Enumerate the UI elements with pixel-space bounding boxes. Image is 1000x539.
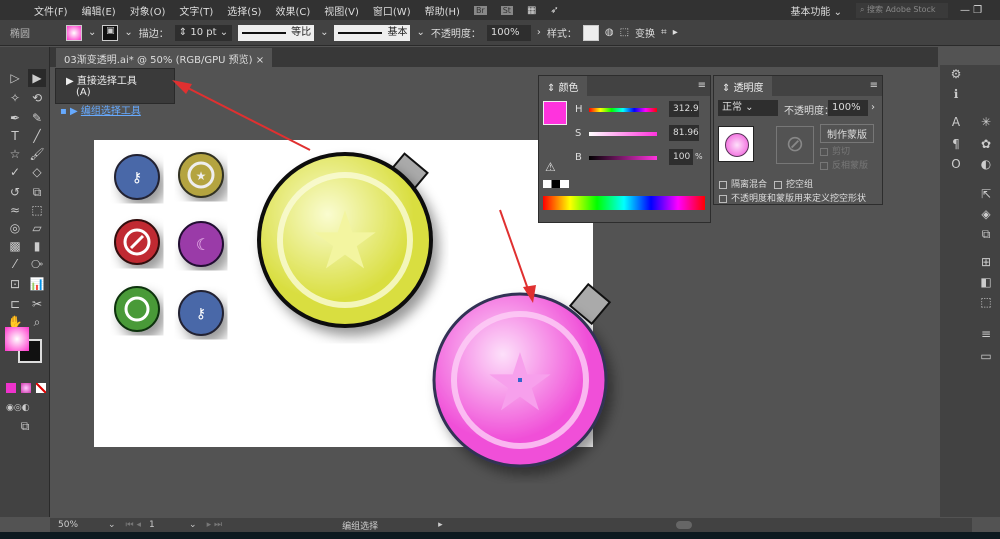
h-slider[interactable] xyxy=(589,108,657,112)
transparency-panel: ⇕ 透明度 ≡ 正常 ⌄ 不透明度： 100% › ⊘ 制作蒙版 剪切 反相蒙版 … xyxy=(713,75,883,205)
opacity-input[interactable]: 100% xyxy=(828,100,868,116)
panel-title: 透明度 xyxy=(733,83,764,94)
define-knockout-label: 不透明度和蒙版用来定义挖空形状 xyxy=(731,194,867,204)
h-label: H xyxy=(575,104,583,115)
opentype-icon[interactable]: O xyxy=(948,157,964,173)
symbols-icon[interactable]: ✿ xyxy=(978,137,994,153)
panel-menu-icon[interactable]: ≡ xyxy=(698,80,706,91)
fill-color-preview[interactable] xyxy=(543,101,567,125)
chevron-down-icon[interactable]: ⌄ xyxy=(189,520,197,530)
next-page-button[interactable]: ▸ ⏭ xyxy=(207,520,222,530)
transparency-panel-header: ⇕ 透明度 ≡ xyxy=(714,76,882,96)
svg-text:⚷: ⚷ xyxy=(132,170,142,186)
opacity-label: 不透明度： xyxy=(784,106,834,117)
invert-label: 反相蒙版 xyxy=(832,161,869,171)
export-icon[interactable]: ⇱ xyxy=(978,187,994,203)
b-slider[interactable] xyxy=(589,156,657,160)
svg-text:★: ★ xyxy=(309,194,381,287)
svg-text:★: ★ xyxy=(196,169,207,183)
chevron-right-icon[interactable]: › xyxy=(871,102,875,113)
taskbar-edge xyxy=(0,532,1000,539)
clip-checkbox[interactable]: 剪切 xyxy=(820,144,850,157)
layers-icon[interactable]: ◈ xyxy=(978,207,994,223)
make-mask-button[interactable]: 制作蒙版 xyxy=(820,124,874,143)
horizontal-scrollbar[interactable] xyxy=(676,521,692,529)
invert-mask-checkbox[interactable]: 反相蒙版 xyxy=(820,158,868,171)
stroke-panel-icon[interactable]: ≡ xyxy=(978,327,994,343)
pathfinder-icon[interactable]: ◧ xyxy=(978,275,994,291)
icon-purple-moon[interactable]: ☾ xyxy=(178,221,224,267)
b-slider-row: B 100 % xyxy=(575,149,705,165)
knockout-group-checkbox[interactable]: 挖空组 xyxy=(774,177,813,190)
no-mask-icon: ⊘ xyxy=(776,126,814,164)
color-spectrum[interactable] xyxy=(543,196,705,210)
isolate-blending-checkbox[interactable]: 隔离混合 xyxy=(719,177,767,190)
svg-text:★: ★ xyxy=(484,336,556,429)
pink-ornament[interactable]: ★ xyxy=(432,282,612,468)
color-panel-header: ⇕ 颜色 ≡ xyxy=(539,76,710,96)
icon-red-forbidden[interactable] xyxy=(114,219,160,265)
paragraph-icon[interactable]: ¶ xyxy=(948,137,964,153)
b-input[interactable]: 100 xyxy=(669,149,693,165)
character-icon[interactable]: A xyxy=(948,115,964,131)
transparency-panel-tab[interactable]: ⇕ 透明度 xyxy=(714,76,772,96)
s-input[interactable]: 81.96 xyxy=(669,125,699,141)
gradient-panel-icon[interactable]: ▭ xyxy=(978,349,994,365)
first-page-button[interactable]: ⏮ ◂ xyxy=(126,520,141,530)
annotation-arrow xyxy=(172,80,311,151)
current-tool-status: 编组选择 xyxy=(342,521,379,532)
right-panel-dock: ⚙ ℹ A ¶ O ✳ ✿ ◐ ⇱ ◈ ⧉ ⊞ ◧ ⬚ ≡ ▭ xyxy=(940,65,1000,517)
info-icon[interactable]: ℹ xyxy=(948,87,964,103)
yellow-ornament[interactable]: ★ xyxy=(257,152,433,328)
isolate-label: 隔离混合 xyxy=(731,180,768,190)
out-of-gamut-warning-icon[interactable]: ⚠ xyxy=(545,160,556,174)
annotation-arrow xyxy=(499,209,536,303)
icon-blue-key[interactable]: ⚷ xyxy=(114,154,160,200)
chevron-down-icon[interactable]: ⌄ xyxy=(108,520,116,530)
define-knockout-checkbox[interactable]: 不透明度和蒙版用来定义挖空形状 xyxy=(719,191,866,204)
b-label: B xyxy=(575,152,582,163)
status-bar: 50% ⌄ ⏮ ◂ 1 ⌄ ▸ ⏭ 编组选择 ▸ xyxy=(50,518,972,532)
brushes-icon[interactable]: ✳ xyxy=(978,115,994,131)
none-black-white-swatches[interactable] xyxy=(543,180,569,188)
graphic-styles-icon[interactable]: ◐ xyxy=(978,157,994,173)
color-panel-tab[interactable]: ⇕ 颜色 xyxy=(539,76,587,96)
properties-icon[interactable]: ⚙ xyxy=(948,67,964,83)
artboards-icon[interactable]: ⧉ xyxy=(978,227,994,243)
clip-label: 剪切 xyxy=(832,147,851,157)
panel-title: 颜色 xyxy=(558,83,579,94)
blend-mode-value: 正常 xyxy=(722,102,742,113)
align-panel-icon[interactable]: ⊞ xyxy=(978,255,994,271)
h-slider-row: H 312.9 xyxy=(575,101,705,117)
transform-panel-icon[interactable]: ⬚ xyxy=(978,295,994,311)
blend-mode-select[interactable]: 正常 ⌄ xyxy=(718,100,778,116)
s-slider[interactable] xyxy=(589,132,657,136)
s-slider-row: S 81.96 xyxy=(575,125,705,141)
panel-menu-icon[interactable]: ≡ xyxy=(870,80,878,91)
page-number-input[interactable]: 1 xyxy=(149,520,189,530)
icon-green-power[interactable] xyxy=(114,286,160,332)
zoom-level[interactable]: 50% xyxy=(58,520,108,530)
svg-text:☾: ☾ xyxy=(196,235,210,254)
color-panel: ⇕ 颜色 ≡ H 312.9 S 81.96 B 100 % ⚠ xyxy=(538,75,711,223)
s-label: S xyxy=(575,128,582,139)
icon-blue-key-2[interactable]: ⚷ xyxy=(178,290,224,336)
status-menu-icon[interactable]: ▸ xyxy=(438,520,443,530)
percent-unit: % xyxy=(695,152,703,161)
knockout-label: 挖空组 xyxy=(786,180,814,190)
icon-gold-star[interactable]: ★ xyxy=(178,152,224,198)
svg-text:⚷: ⚷ xyxy=(196,306,206,322)
object-thumbnail[interactable] xyxy=(718,126,754,162)
h-input[interactable]: 312.9 xyxy=(669,101,699,117)
